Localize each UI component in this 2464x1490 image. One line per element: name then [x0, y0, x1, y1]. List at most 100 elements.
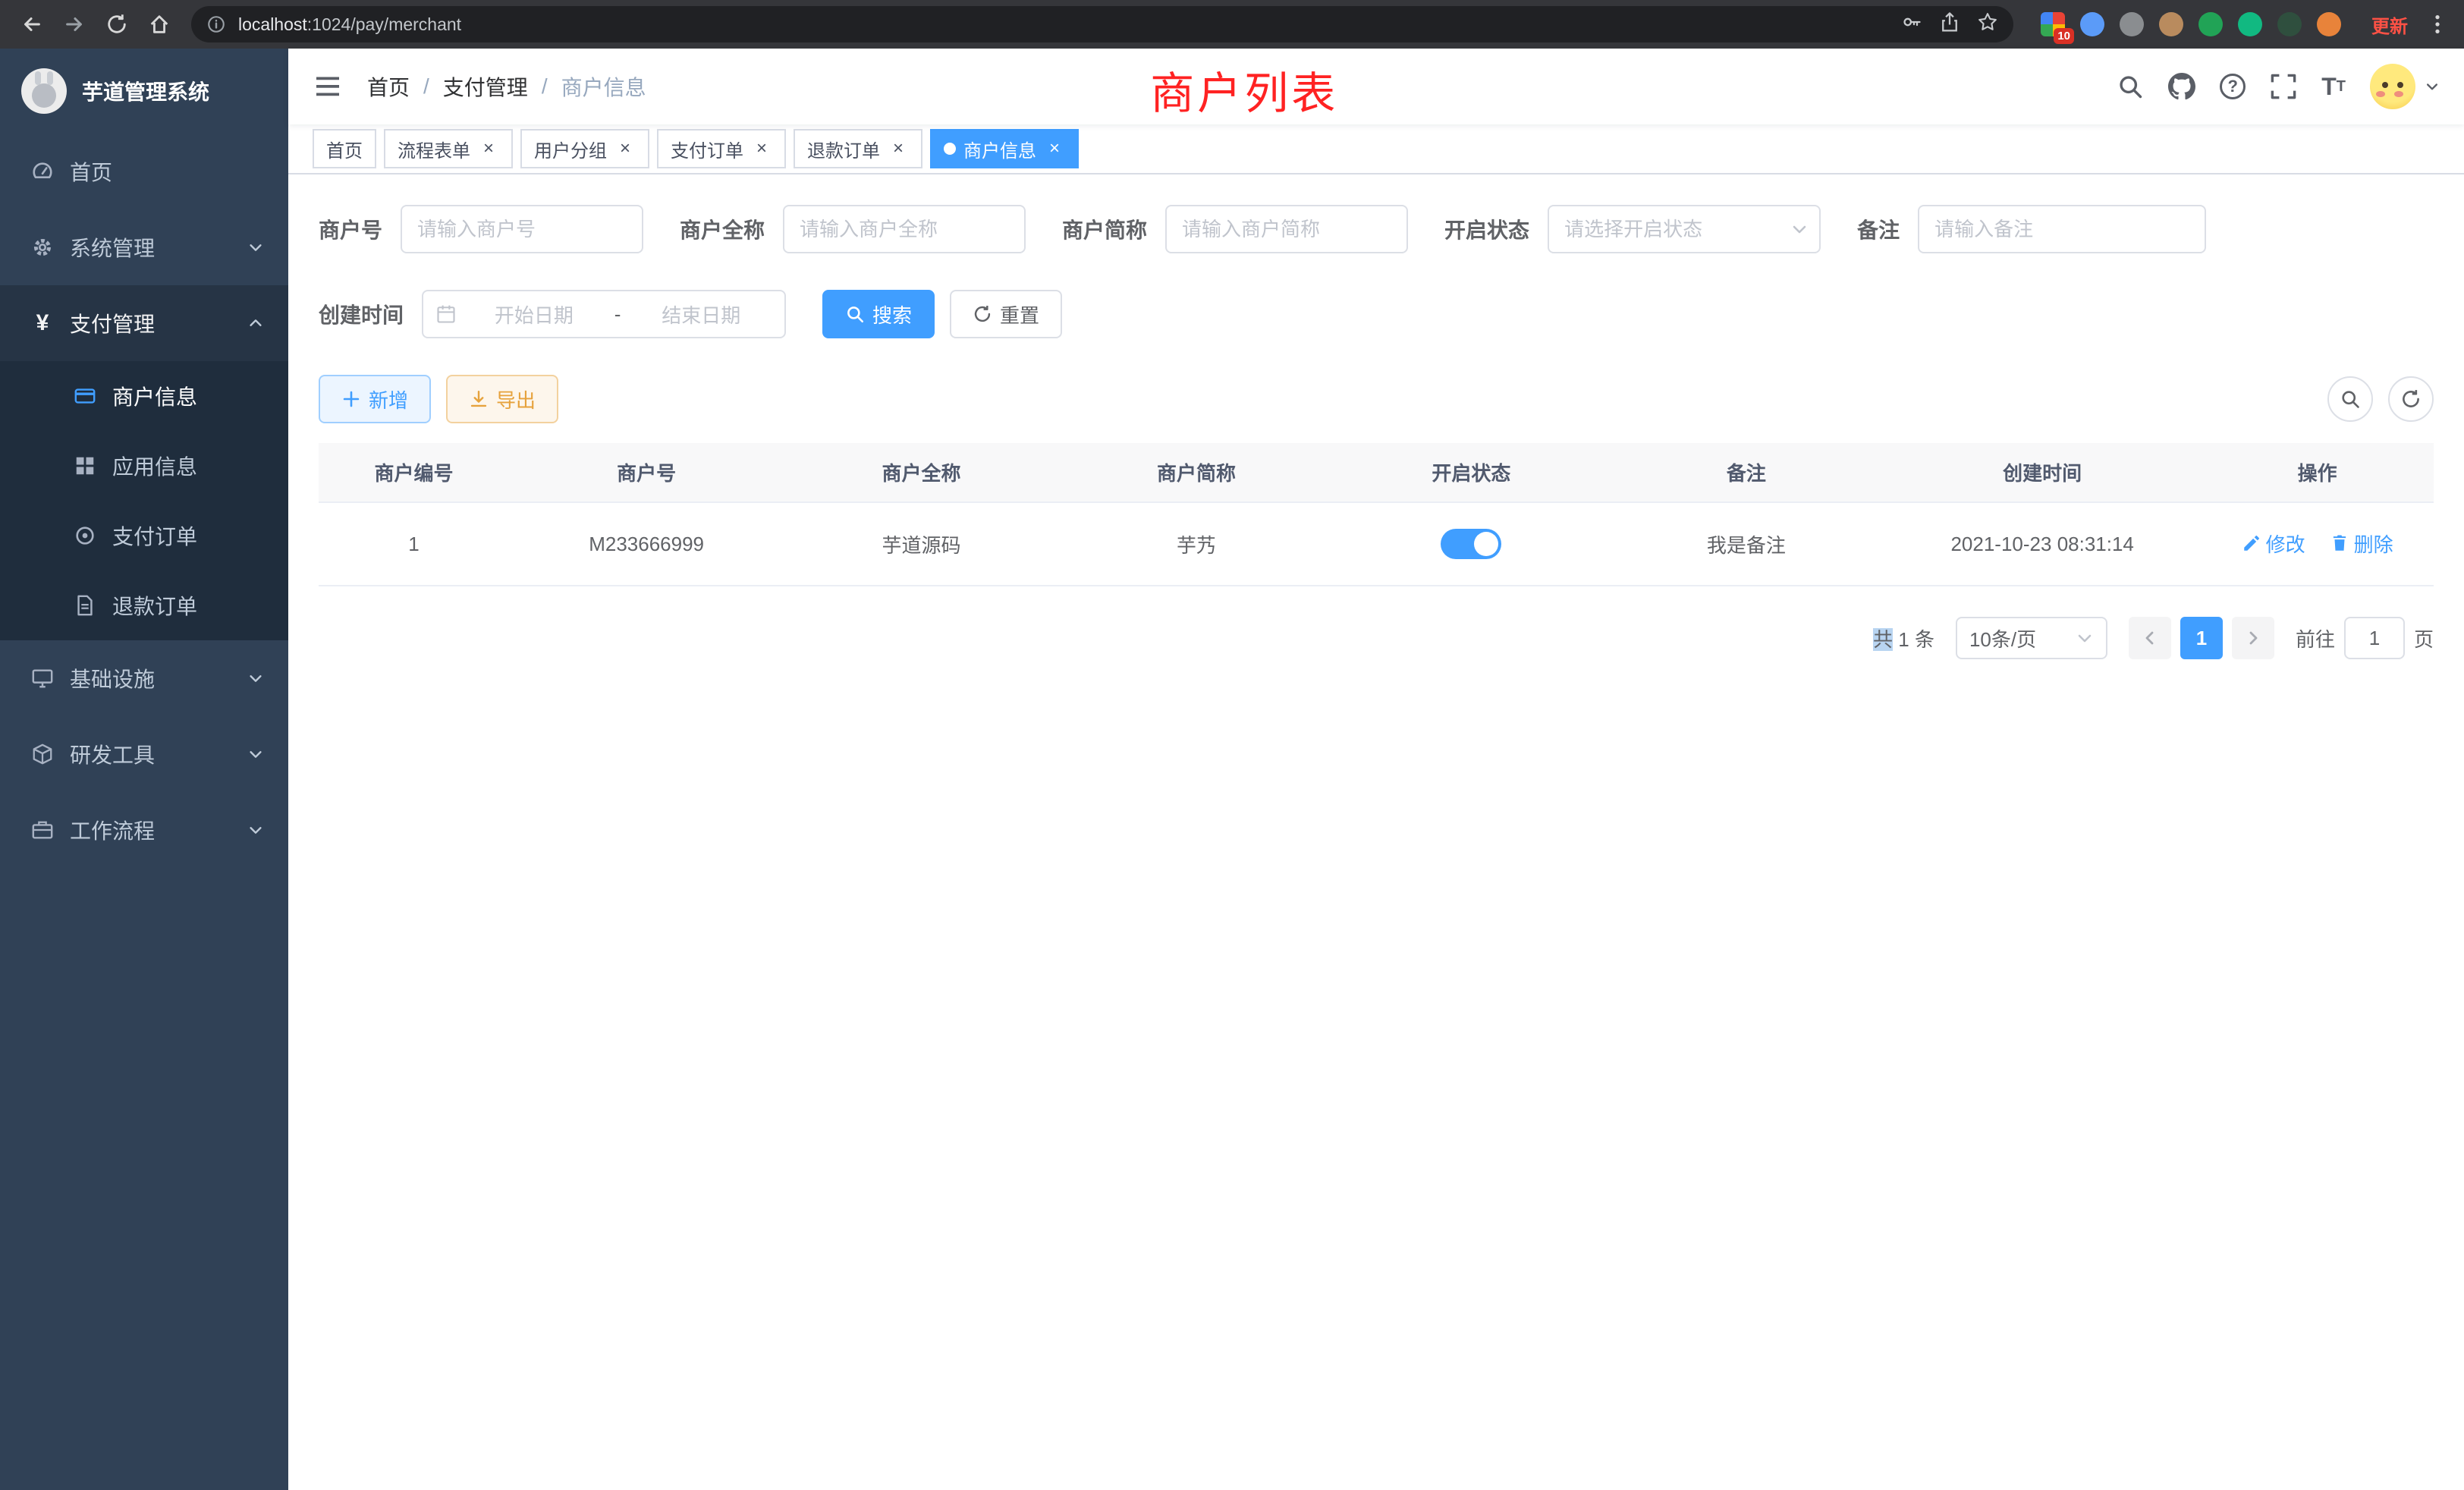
- sidebar-item-app-info[interactable]: 应用信息: [0, 431, 288, 501]
- remark-input[interactable]: [1918, 205, 2206, 253]
- page-number-button[interactable]: 1: [2180, 617, 2223, 659]
- add-button[interactable]: 新增: [319, 375, 431, 423]
- breadcrumb-pay[interactable]: 支付管理: [443, 71, 528, 102]
- tab-label: 商户信息: [963, 136, 1036, 162]
- cell-merchant-id: 1: [319, 502, 509, 586]
- extension-icon[interactable]: [2317, 12, 2341, 36]
- credit-card-icon: [73, 384, 97, 408]
- sidebar-toggle-icon[interactable]: [313, 71, 343, 102]
- extension-icon[interactable]: [2120, 12, 2144, 36]
- status-select[interactable]: [1548, 205, 1821, 253]
- browser-update-button[interactable]: 更新: [2359, 7, 2420, 42]
- tab-refund-order[interactable]: 退款订单 ×: [794, 129, 922, 168]
- next-page-button[interactable]: [2232, 617, 2274, 659]
- chevron-down-icon: [247, 746, 264, 762]
- goto-page-input[interactable]: [2344, 617, 2405, 659]
- close-icon[interactable]: ×: [478, 138, 499, 159]
- refresh-button[interactable]: [2388, 376, 2434, 422]
- toggle-search-button[interactable]: [2327, 376, 2373, 422]
- extension-icon[interactable]: [2159, 12, 2183, 36]
- sidebar-item-dev-tools[interactable]: 研发工具: [0, 716, 288, 792]
- fullscreen-icon[interactable]: [2270, 73, 2297, 100]
- chevron-down-icon: [2076, 629, 2094, 647]
- filter-row-1: 商户号 商户全称 商户简称 开启状态: [319, 205, 2434, 253]
- briefcase-icon: [30, 818, 55, 842]
- delete-link[interactable]: 删除: [2330, 530, 2393, 558]
- search-button[interactable]: 搜索: [822, 290, 935, 338]
- share-icon[interactable]: [1939, 11, 1960, 39]
- site-info-icon[interactable]: [206, 14, 226, 34]
- extension-icon[interactable]: [2198, 12, 2223, 36]
- sidebar-item-workflow[interactable]: 工作流程: [0, 792, 288, 868]
- close-icon[interactable]: ×: [751, 138, 772, 159]
- tab-merchant-info[interactable]: 商户信息 ×: [930, 129, 1079, 168]
- sidebar-item-label: 应用信息: [112, 451, 197, 481]
- bookmark-star-icon[interactable]: [1977, 11, 1998, 39]
- close-icon[interactable]: ×: [1044, 138, 1065, 159]
- breadcrumb: 首页 / 支付管理 / 商户信息: [367, 71, 646, 102]
- extension-icon[interactable]: 10: [2041, 12, 2065, 36]
- help-icon[interactable]: ?: [2220, 74, 2246, 99]
- font-size-icon[interactable]: TT: [2321, 74, 2346, 99]
- tab-process-form[interactable]: 流程表单 ×: [384, 129, 513, 168]
- end-date-placeholder: 结束日期: [630, 300, 772, 328]
- tab-label: 退款订单: [807, 136, 880, 162]
- forward-icon[interactable]: [55, 5, 94, 44]
- breadcrumb-home[interactable]: 首页: [367, 71, 410, 102]
- url-path: :1024/pay/merchant: [307, 14, 461, 34]
- page-unit-label: 页: [2414, 624, 2434, 652]
- tab-label: 首页: [326, 136, 363, 162]
- sidebar: 芋道管理系统 首页 系统管理 ¥ 支付管理 商户信息: [0, 49, 288, 1490]
- merchant-table: 商户编号 商户号 商户全称 商户简称 开启状态 备注 创建时间 操作 1: [319, 443, 2434, 586]
- merchant-no-input[interactable]: [401, 205, 643, 253]
- date-range-picker[interactable]: 开始日期 - 结束日期: [422, 290, 786, 338]
- home-icon[interactable]: [140, 5, 179, 44]
- extension-icon[interactable]: [2277, 12, 2302, 36]
- prev-page-button[interactable]: [2129, 617, 2171, 659]
- monitor-icon: [30, 666, 55, 690]
- sidebar-item-refund-order[interactable]: 退款订单: [0, 571, 288, 640]
- github-icon[interactable]: [2168, 73, 2195, 100]
- sidebar-item-pay[interactable]: ¥ 支付管理: [0, 285, 288, 361]
- sidebar-item-label: 研发工具: [70, 739, 155, 769]
- tab-user-group[interactable]: 用户分组 ×: [520, 129, 649, 168]
- app-title: 芋道管理系统: [82, 76, 209, 106]
- sidebar-item-label: 退款订单: [112, 590, 197, 621]
- full-name-input[interactable]: [783, 205, 1026, 253]
- browser-menu-icon[interactable]: [2423, 13, 2452, 36]
- chevron-down-icon: [247, 239, 264, 256]
- pagination: 共 1 条 10条/页 1 前往 页: [319, 617, 2434, 659]
- export-button[interactable]: 导出: [446, 375, 558, 423]
- extension-icon[interactable]: [2238, 12, 2262, 36]
- sidebar-item-pay-order[interactable]: 支付订单: [0, 501, 288, 571]
- full-name-label: 商户全称: [680, 214, 765, 244]
- status-toggle[interactable]: [1441, 529, 1501, 559]
- calendar-icon: [435, 303, 457, 325]
- sidebar-item-home[interactable]: 首页: [0, 134, 288, 209]
- edit-link[interactable]: 修改: [2242, 530, 2305, 558]
- reset-button[interactable]: 重置: [950, 290, 1062, 338]
- short-name-input[interactable]: [1165, 205, 1408, 253]
- tab-label: 流程表单: [398, 136, 470, 162]
- header-search-icon[interactable]: [2117, 73, 2144, 100]
- close-icon[interactable]: ×: [614, 138, 636, 159]
- extension-icon[interactable]: [2080, 12, 2104, 36]
- back-icon[interactable]: [12, 5, 52, 44]
- password-key-icon[interactable]: [1901, 11, 1922, 39]
- app-logo: 芋道管理系统: [0, 49, 288, 134]
- address-bar[interactable]: localhost:1024/pay/merchant: [191, 6, 2013, 42]
- status-select-input[interactable]: [1548, 205, 1821, 253]
- chevron-down-icon: [2425, 79, 2440, 94]
- sidebar-item-system[interactable]: 系统管理: [0, 209, 288, 285]
- url-text: localhost:1024/pay/merchant: [238, 14, 1889, 35]
- logo-avatar: [21, 68, 67, 114]
- sidebar-item-infrastructure[interactable]: 基础设施: [0, 640, 288, 716]
- tab-pay-order[interactable]: 支付订单 ×: [657, 129, 786, 168]
- page-size-select[interactable]: 10条/页: [1956, 617, 2107, 659]
- tab-home[interactable]: 首页: [313, 129, 376, 168]
- user-avatar-menu[interactable]: [2370, 64, 2440, 109]
- close-icon[interactable]: ×: [888, 138, 909, 159]
- reload-icon[interactable]: [97, 5, 137, 44]
- top-navbar: 首页 / 支付管理 / 商户信息 ? TT: [288, 49, 2464, 124]
- sidebar-item-merchant-info[interactable]: 商户信息: [0, 361, 288, 431]
